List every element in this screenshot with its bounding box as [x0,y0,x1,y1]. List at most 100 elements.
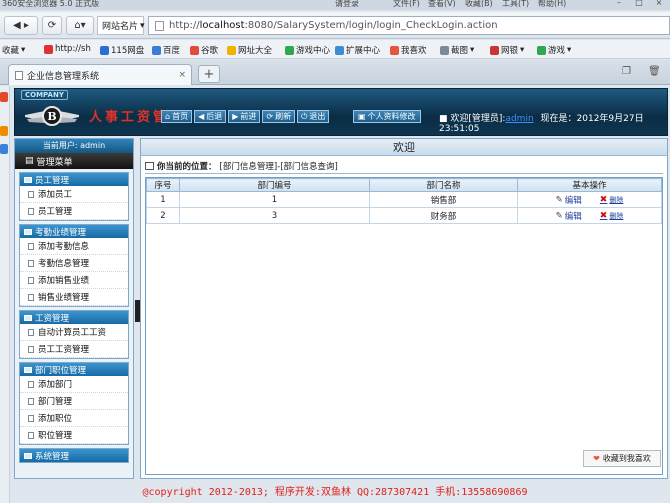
trash-icon[interactable]: 🗑 [648,66,661,77]
favorites-item[interactable]: 收藏 ▾ [2,44,25,56]
sidebar-section-department: 部门职位管理 添加部门 部门管理 添加职位 职位管理 [19,362,129,445]
login-link[interactable]: 请登录 [335,0,359,9]
browser-title: 360安全浏览器 5.0 正式版 [2,0,100,8]
menu-favorites[interactable]: 收藏(B) [465,0,493,9]
cell-dept-name: 销售部 [369,191,518,208]
home-button[interactable]: ⌂ 首页 [161,110,193,123]
minimize-icon[interactable]: – [612,0,626,7]
cell-dept-no: 3 [179,207,370,224]
favorites-item[interactable]: 谷歌 [190,44,218,56]
exit-button[interactable]: ⏻ 退出 [297,110,330,123]
side-app-icon[interactable] [0,144,8,154]
sidebar-item-attendance-management[interactable]: 考勤信息管理 [20,255,128,272]
bank-icon [490,45,499,55]
folder-icon [24,366,32,373]
sidebar-section-header[interactable]: 部门职位管理 [20,363,128,376]
sidebar-item-sales-management[interactable]: 销售业绩管理 [20,289,128,306]
cell-index: 1 [146,191,180,208]
url-icon [227,45,236,55]
welcome-username[interactable]: admin [505,114,533,124]
sidebar-section-header[interactable]: 考勤业绩管理 [20,225,128,238]
favorites-item[interactable]: 百度 [152,44,180,56]
sidebar-item-add-attendance[interactable]: 添加考勤信息 [20,238,128,255]
favorites-bar: 收藏 ▾ http://sh 115网盘 百度 谷歌 网址大全 游戏中心 扩展中心… [0,40,670,59]
reload-icon: ⟳ [47,20,57,31]
forward-button[interactable]: ▶ 前进 [228,110,261,123]
baidu-icon [152,45,161,55]
sidebar-item-salary-management[interactable]: 员工工资管理 [20,341,128,358]
navigation-bar: ◀ ▸ ⟳ ⌂▾ 网站名片 ▾ http://localhost:8080/Sal… [0,12,670,39]
favorites-item[interactable]: 网址大全 [227,44,272,56]
folder-icon [24,228,32,235]
tab-bar: 企业信息管理系统 × + ❐ 🗑 [0,60,670,85]
side-app-icon[interactable] [0,92,8,102]
page-icon [15,70,23,80]
column-header: 序号 [146,178,180,192]
sidebar-section-attendance: 考勤业绩管理 添加考勤信息 考勤信息管理 添加销售业绩 销售业绩管理 [19,224,129,307]
home-button[interactable]: ⌂▾ [66,16,94,35]
maximize-icon[interactable]: □ [632,0,646,7]
column-header: 部门名称 [369,178,518,192]
address-bar[interactable]: http://localhost:8080/SalarySystem/login… [148,16,670,35]
favorites-item[interactable]: 我喜欢 [390,44,427,56]
favorites-item[interactable]: 游戏 ▾ [537,44,571,56]
favorites-item[interactable]: 网银 ▾ [490,44,524,56]
sidebar-item-add-position[interactable]: 添加职位 [20,410,128,427]
sidebar-item-add-employee[interactable]: 添加员工 [20,186,128,203]
delete-link[interactable]: ✖ 删除 [600,211,624,221]
menu-help[interactable]: 帮助(H) [538,0,566,9]
home-icon: ⌂ [165,112,171,121]
delete-icon: ✖ [599,194,608,205]
current-user: 当前用户: admin [15,139,133,153]
table-header-row: 序号 部门编号 部门名称 基本操作 [146,178,662,192]
window-close-icon[interactable]: × [652,0,666,7]
reload-button[interactable]: ⟳ [42,16,62,35]
delete-link[interactable]: ✖ 删除 [600,195,624,205]
menu-file[interactable]: 文件(F) [393,0,420,9]
refresh-button[interactable]: ⟳ 刷新 [262,110,296,123]
sidebar-section-employee: 员工管理 添加员工 员工管理 [19,172,129,221]
side-app-icon[interactable] [0,126,8,136]
edit-profile-button[interactable]: ▣ 个人资料修改 [353,110,421,123]
sidebar-item-department-management[interactable]: 部门管理 [20,393,128,410]
edit-link[interactable]: ✎ 编辑 [556,194,582,206]
back-icon: ◀ [198,112,205,121]
back-button[interactable]: ◀ 后退 [194,110,227,123]
main-panel: 欢迎 你当前的位置： [部门信息管理]-[部门信息查询] 序号 部门编号 部门名称… [140,138,668,479]
menu-view[interactable]: 查看(V) [428,0,456,9]
sidebar-section-header[interactable]: 员工管理 [20,173,128,186]
sidebar-item-employee-management[interactable]: 员工管理 [20,203,128,220]
new-tab-button[interactable]: + [198,65,220,83]
doc-icon [28,259,34,267]
screenshot-icon [440,45,449,55]
google-icon [190,45,199,55]
sidebar-item-add-department[interactable]: 添加部门 [20,376,128,393]
game-icon [285,45,294,55]
menu-icon: ▤ [25,156,34,166]
sidebar-item-add-sales[interactable]: 添加销售业绩 [20,272,128,289]
favorites-item[interactable]: 游戏中心 [285,44,330,56]
exit-icon: ⏻ [301,111,308,121]
favorites-item[interactable]: 115网盘 [100,44,144,56]
restore-icon[interactable]: ❐ [622,66,631,77]
folder-icon [24,452,32,459]
favorites-item[interactable]: 扩展中心 [335,44,380,56]
sidebar-item-position-management[interactable]: 职位管理 [20,427,128,444]
doc-icon [28,328,34,336]
cell-index: 2 [146,207,180,224]
sidebar-section-header[interactable]: 系统管理 [20,449,128,462]
sidebar-item-auto-calc-salary[interactable]: 自动计算员工工资 [20,324,128,341]
back-forward-button[interactable]: ◀ ▸ [4,16,38,35]
edit-link[interactable]: ✎ 编辑 [556,210,582,222]
favorites-item[interactable]: 截图 ▾ [440,44,474,56]
folder-icon [24,314,32,321]
heart-icon [390,45,399,55]
site-name-card[interactable]: 网站名片 ▾ [97,16,145,35]
sidebar-section-header[interactable]: 工资管理 [20,311,128,324]
menu-tools[interactable]: 工具(T) [502,0,529,9]
add-to-favorites-button[interactable]: ❤ 收藏到我喜欢 [583,450,661,467]
browser-title-bar: 360安全浏览器 5.0 正式版 请登录 文件(F) 查看(V) 收藏(B) 工… [0,0,670,10]
tab-close-icon[interactable]: × [178,70,186,80]
tab-enterprise-system[interactable]: 企业信息管理系统 × [8,64,192,85]
favorites-item[interactable]: http://sh [44,44,91,54]
